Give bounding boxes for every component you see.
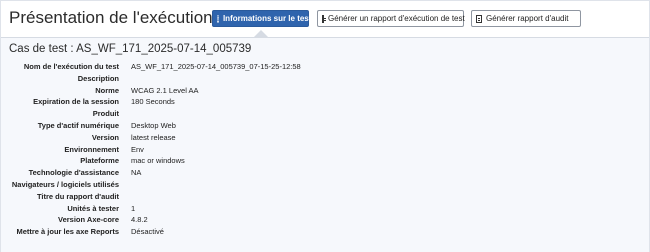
detail-row: Titre du rapport d'audit: [1, 191, 649, 203]
detail-value: NA: [131, 168, 142, 178]
test-info-content: Cas de test : AS_WF_171_2025-07-14_00573…: [1, 38, 649, 252]
generate-audit-report-button[interactable]: Générer rapport d'audit: [471, 10, 581, 27]
detail-label: Version: [91, 132, 119, 142]
detail-label: Navigateurs / logiciels utilisés: [11, 179, 119, 189]
detail-row: Mettre à jour les axe Reports Désactivé: [1, 226, 649, 238]
test-run-overview-panel: Présentation de l'exécution du test i In…: [0, 0, 650, 252]
detail-label: Titre du rapport d'audit: [36, 191, 119, 201]
detail-value: Désactivé: [131, 227, 164, 237]
test-details-list: Nom de l'exécution du test AS_WF_171_202…: [1, 61, 649, 238]
detail-label: Type d'actif numérique: [37, 120, 119, 130]
detail-value: 4.8.2: [131, 215, 148, 225]
detail-label: Plateforme: [80, 156, 119, 166]
detail-label: Norme: [95, 85, 119, 95]
panel-header: Présentation de l'exécution du test i In…: [1, 1, 649, 38]
info-circle-icon: i: [217, 14, 219, 23]
detail-row: Technologie d'assistance NA: [1, 167, 649, 179]
detail-value: mac or windows: [131, 156, 185, 166]
detail-row: Version latest release: [1, 132, 649, 144]
detail-row: Version Axe-core 4.8.2: [1, 214, 649, 226]
generate-run-report-label: Générer un rapport d'exécution de test: [328, 14, 465, 23]
detail-value: WCAG 2.1 Level AA: [131, 85, 199, 95]
detail-row: Plateforme mac or windows: [1, 155, 649, 167]
detail-row: Description: [1, 73, 649, 85]
test-info-button-label: Informations sur le test: [222, 14, 312, 23]
detail-label: Nom de l'exécution du test: [23, 62, 119, 71]
detail-value: AS_WF_171_2025-07-14_005739_07-15-25-12:…: [131, 62, 301, 71]
detail-label: Technologie d'assistance: [28, 168, 119, 178]
detail-value: 1: [131, 203, 136, 213]
detail-label: Environnement: [64, 144, 119, 154]
detail-row: Navigateurs / logiciels utilisés: [1, 179, 649, 191]
generate-audit-report-label: Générer rapport d'audit: [486, 14, 569, 23]
detail-row: Expiration de la session 180 Seconds: [1, 96, 649, 108]
detail-label: Mettre à jour les axe Reports: [16, 227, 119, 237]
active-tab-caret: [254, 30, 268, 37]
detail-row: Type d'actif numérique Desktop Web: [1, 120, 649, 132]
detail-label: Version Axe-core: [58, 215, 119, 225]
detail-row: Nom de l'exécution du test AS_WF_171_202…: [1, 61, 649, 73]
document-icon: [476, 14, 482, 23]
document-icon: [322, 14, 326, 23]
detail-label: Description: [77, 73, 119, 83]
detail-label: Expiration de la session: [33, 97, 119, 107]
detail-row: Unités à tester 1: [1, 203, 649, 215]
detail-value: Desktop Web: [131, 120, 176, 130]
detail-value: 180 Seconds: [131, 97, 175, 107]
detail-value: latest release: [131, 132, 176, 142]
detail-value: Env: [131, 144, 144, 154]
detail-row: Norme WCAG 2.1 Level AA: [1, 85, 649, 97]
test-info-button[interactable]: i Informations sur le test: [212, 10, 312, 27]
detail-row: Environnement Env: [1, 144, 649, 156]
detail-row: Produit: [1, 108, 649, 120]
detail-label: Produit: [92, 109, 119, 119]
detail-label: Unités à tester: [67, 203, 119, 213]
test-case-heading: Cas de test : AS_WF_171_2025-07-14_00573…: [9, 43, 252, 55]
generate-run-report-button[interactable]: Générer un rapport d'exécution de test: [317, 10, 465, 27]
